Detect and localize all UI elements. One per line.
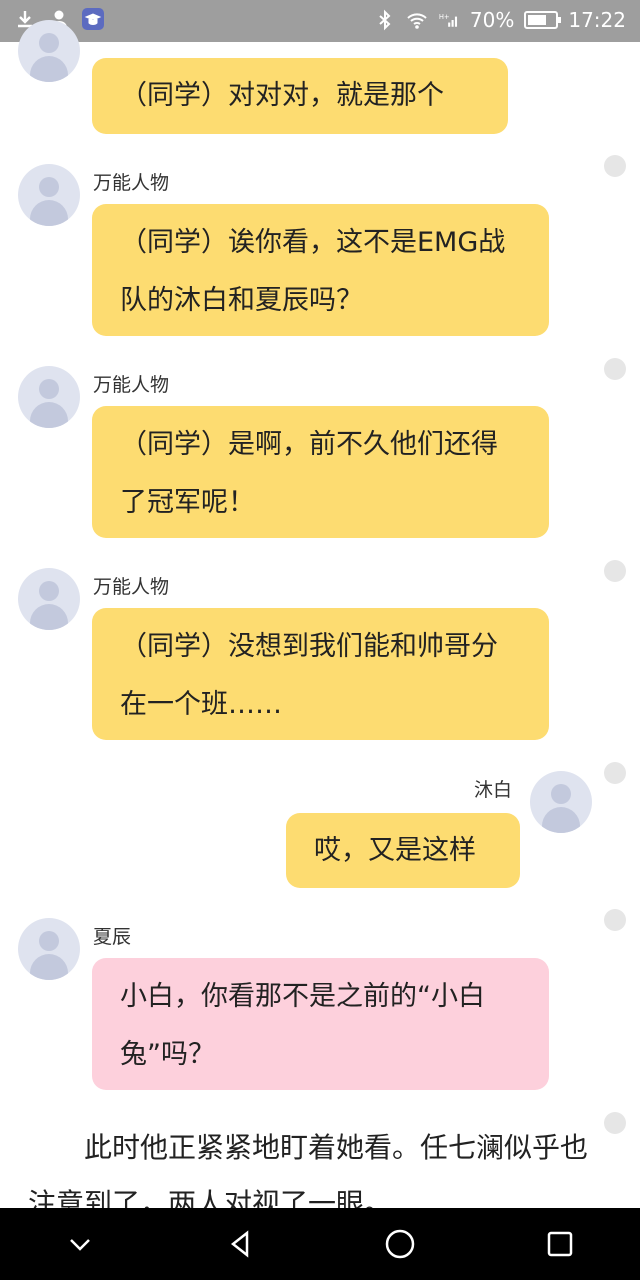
back-icon[interactable] xyxy=(210,1214,270,1274)
avatar[interactable] xyxy=(18,918,80,980)
more-dot[interactable] xyxy=(604,560,626,582)
status-bar: H+ 70% 17:22 xyxy=(0,0,640,42)
chevron-down-icon[interactable] xyxy=(50,1214,110,1274)
cell-signal-icon: H+ xyxy=(439,13,457,27)
more-dot[interactable] xyxy=(604,909,626,931)
home-icon[interactable] xyxy=(370,1214,430,1274)
bluetooth-icon xyxy=(379,9,391,31)
app-badge-icon xyxy=(82,8,104,30)
message-text: （同学）没想到我们能和帅哥分在一个班…… xyxy=(120,631,498,720)
more-dot[interactable] xyxy=(604,358,626,380)
svg-text:H+: H+ xyxy=(439,13,450,21)
avatar[interactable] xyxy=(18,568,80,630)
navigation-bar xyxy=(0,1208,640,1280)
message-text: （同学）是啊￼，前不久他们还得了冠军呢！ xyxy=(120,429,498,518)
recents-icon[interactable] xyxy=(530,1214,590,1274)
avatar[interactable] xyxy=(530,771,592,833)
speaker-name: 沐白 xyxy=(474,779,513,801)
message-text: 哎，又是这样 xyxy=(314,835,476,866)
speaker-name: 夏辰 xyxy=(93,926,132,948)
chat-bubble: 哎，又是这样 xyxy=(286,813,520,888)
chat-bubble: （同学）对对对，就是那个 xyxy=(92,58,508,134)
more-dot[interactable] xyxy=(604,762,626,784)
avatar[interactable] xyxy=(18,20,80,82)
avatar[interactable] xyxy=(18,366,80,428)
battery-percent: 70% xyxy=(469,8,515,32)
speaker-name: 万能人物 xyxy=(93,374,170,396)
speaker-name: 万能人物 xyxy=(93,576,170,598)
chat-bubble: （同学）诶你看，这不是EMG战队的沐白和夏辰吗？ xyxy=(92,204,549,336)
battery-icon xyxy=(524,11,562,29)
message-text: 小白，你看那不是之前的“小白兔”吗？ xyxy=(120,981,485,1070)
wifi-icon xyxy=(407,13,427,29)
more-dot[interactable] xyxy=(604,155,626,177)
message-text: （同学）对对对，就是那个 xyxy=(120,80,444,111)
speaker-name: 万能人物 xyxy=(93,172,170,194)
chat-bubble: 小白，你看那不是之前的“小白兔”吗？ xyxy=(92,958,549,1090)
more-dot[interactable] xyxy=(604,1112,626,1134)
clock: 17:22 xyxy=(568,8,626,32)
chat-bubble: （同学）是啊￼，前不久他们还得了冠军呢！ xyxy=(92,406,549,538)
chat-bubble: （同学）没想到我们能和帅哥分在一个班…… xyxy=(92,608,549,740)
message-text: （同学）诶你看，这不是EMG战队的沐白和夏辰吗？ xyxy=(120,227,506,316)
avatar[interactable] xyxy=(18,164,80,226)
